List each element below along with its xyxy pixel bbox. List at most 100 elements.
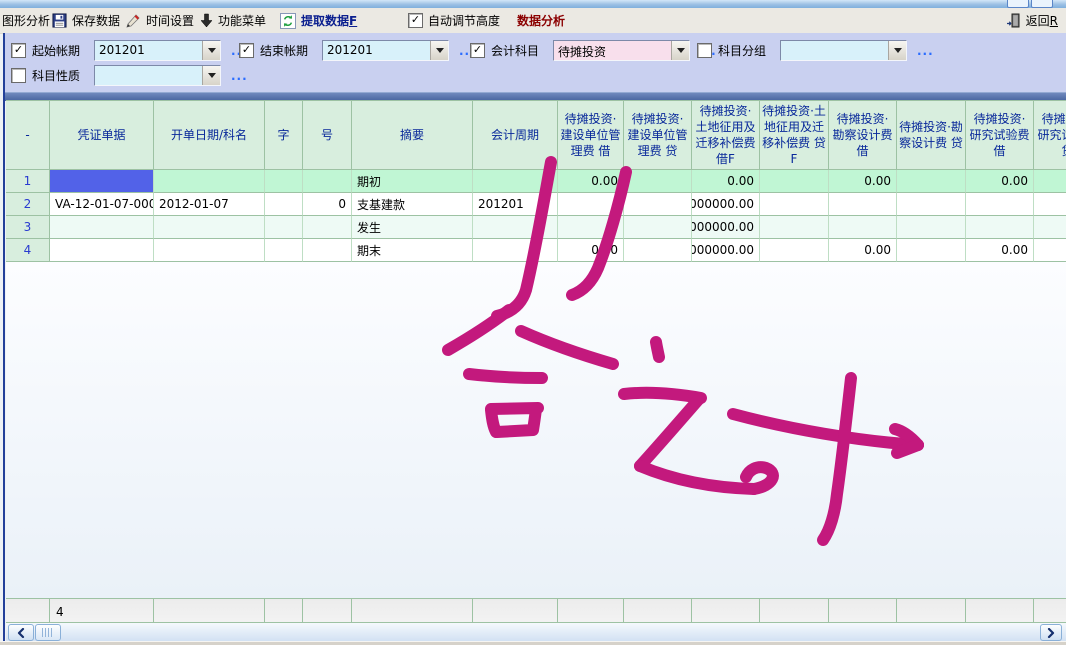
return-button[interactable]: 返回R [1006, 8, 1058, 33]
end-period-combo[interactable]: 201201 [322, 40, 449, 61]
grid-cell[interactable]: 4 [6, 239, 50, 262]
column-header[interactable]: - [6, 100, 50, 170]
grid-cell[interactable] [558, 216, 624, 239]
grid-cell[interactable] [966, 216, 1034, 239]
column-header[interactable]: 待摊投资·土地征用及迁移补偿费 借F [692, 100, 760, 170]
grid-cell[interactable]: 支基建款 [352, 193, 473, 216]
grid-cell[interactable] [303, 239, 352, 262]
grid-cell[interactable] [897, 170, 966, 193]
grid-cell[interactable] [558, 193, 624, 216]
grid-cell[interactable]: VA-12-01-07-0002 [50, 193, 154, 216]
window-button[interactable] [1007, 0, 1029, 8]
scroll-left-button[interactable] [8, 624, 34, 641]
subject-combo[interactable]: 待摊投资 [553, 40, 690, 61]
grid-cell[interactable] [303, 216, 352, 239]
column-header[interactable]: 凭证单据 [50, 100, 154, 170]
grid-cell[interactable] [760, 216, 829, 239]
grid-cell[interactable]: 期初 [352, 170, 473, 193]
subject-checkbox[interactable]: ✓ [470, 43, 485, 58]
grid-cell[interactable] [303, 170, 352, 193]
grid-cell[interactable]: 1000000.00 [692, 239, 760, 262]
grid-cell[interactable] [760, 193, 829, 216]
subject-nature-checkbox[interactable] [11, 68, 26, 83]
horizontal-scrollbar[interactable] [6, 623, 1066, 641]
column-header[interactable]: 待摊投资·研究试验费 贷 [1034, 100, 1066, 170]
grid-cell[interactable] [154, 216, 265, 239]
grid-cell[interactable]: 0.00 [829, 239, 897, 262]
function-menu-button[interactable]: 功能菜单 [200, 8, 266, 33]
column-header[interactable]: 摘要 [352, 100, 473, 170]
graph-analysis-button[interactable]: 图形分析 [2, 8, 50, 33]
grid-cell[interactable]: 1000000.00 [692, 193, 760, 216]
grid-cell[interactable] [624, 170, 692, 193]
grid-cell[interactable] [829, 193, 897, 216]
grid-cell[interactable]: 1000000.00 [692, 216, 760, 239]
grid-cell[interactable] [897, 239, 966, 262]
extract-data-button[interactable]: 提取数据F [280, 8, 357, 33]
column-header[interactable]: 待摊投资·研究试验费 借 [966, 100, 1034, 170]
start-period-checkbox[interactable]: ✓ [11, 43, 26, 58]
window-button[interactable] [1031, 0, 1053, 8]
subject-nature-more-button[interactable]: ... [231, 69, 248, 83]
grid-cell[interactable] [829, 216, 897, 239]
grid-cell[interactable] [50, 170, 154, 193]
grid-cell[interactable] [760, 239, 829, 262]
grid-cell[interactable] [1034, 193, 1066, 216]
column-header[interactable]: 会计周期 [473, 100, 558, 170]
grid-cell[interactable] [473, 239, 558, 262]
grid-cell[interactable] [473, 170, 558, 193]
grid-cell[interactable] [624, 193, 692, 216]
column-header[interactable]: 待摊投资·建设单位管理费 借 [558, 100, 624, 170]
column-header[interactable]: 待摊投资·建设单位管理费 贷 [624, 100, 692, 170]
grid-cell[interactable] [50, 216, 154, 239]
data-analysis-button[interactable]: 数据分析 [517, 8, 565, 33]
column-header[interactable]: 字 [265, 100, 303, 170]
column-header[interactable]: 待摊投资·土地征用及迁移补偿费 贷F [760, 100, 829, 170]
grid-cell[interactable] [265, 193, 303, 216]
grid-cell[interactable]: 0.00 [692, 170, 760, 193]
grid-cell[interactable]: 2012-01-07 [154, 193, 265, 216]
subject-group-checkbox[interactable] [697, 43, 712, 58]
column-header[interactable]: 待摊投资·勘察设计费 贷 [897, 100, 966, 170]
column-header[interactable]: 开单日期/科名 [154, 100, 265, 170]
grid-cell[interactable] [760, 170, 829, 193]
grid-cell[interactable]: 1 [6, 170, 50, 193]
dropdown-arrow-icon[interactable] [888, 41, 906, 60]
column-header[interactable]: 待摊投资·勘察设计费 借 [829, 100, 897, 170]
grid-cell[interactable]: 0.00 [966, 239, 1034, 262]
dropdown-arrow-icon[interactable] [671, 41, 689, 60]
time-setting-button[interactable]: 时间设置 [125, 8, 194, 33]
grid-cell[interactable]: 201201 [473, 193, 558, 216]
grid-cell[interactable] [1034, 170, 1066, 193]
dropdown-arrow-icon[interactable] [202, 41, 220, 60]
scrollbar-thumb[interactable] [35, 624, 61, 641]
grid-cell[interactable]: 期末 [352, 239, 473, 262]
dropdown-arrow-icon[interactable] [430, 41, 448, 60]
scroll-right-button[interactable] [1040, 624, 1062, 641]
grid-cell[interactable]: 2 [6, 193, 50, 216]
subject-nature-combo[interactable] [94, 65, 221, 86]
grid-cell[interactable]: 0.00 [558, 239, 624, 262]
grid-cell[interactable]: 3 [6, 216, 50, 239]
grid-cell[interactable] [50, 239, 154, 262]
save-data-button[interactable]: 保存数据 [52, 8, 120, 33]
grid-cell[interactable] [1034, 216, 1066, 239]
grid-cell[interactable]: 0.00 [558, 170, 624, 193]
column-header[interactable]: 号 [303, 100, 352, 170]
dropdown-arrow-icon[interactable] [202, 66, 220, 85]
grid-cell[interactable] [265, 239, 303, 262]
grid-cell[interactable]: 0.00 [966, 170, 1034, 193]
auto-height-checkbox[interactable]: ✓ [408, 13, 423, 28]
grid-cell[interactable] [624, 239, 692, 262]
subject-group-more-button[interactable]: ... [917, 44, 934, 58]
grid-cell[interactable] [897, 193, 966, 216]
grid-cell[interactable]: 发生 [352, 216, 473, 239]
grid-cell[interactable] [624, 216, 692, 239]
grid-cell[interactable]: 0.00 [829, 170, 897, 193]
grid-cell[interactable] [154, 239, 265, 262]
grid-cell[interactable]: 0 [303, 193, 352, 216]
start-period-combo[interactable]: 201201 [94, 40, 221, 61]
grid-cell[interactable] [265, 216, 303, 239]
grid-cell[interactable] [473, 216, 558, 239]
grid-cell[interactable] [154, 170, 265, 193]
